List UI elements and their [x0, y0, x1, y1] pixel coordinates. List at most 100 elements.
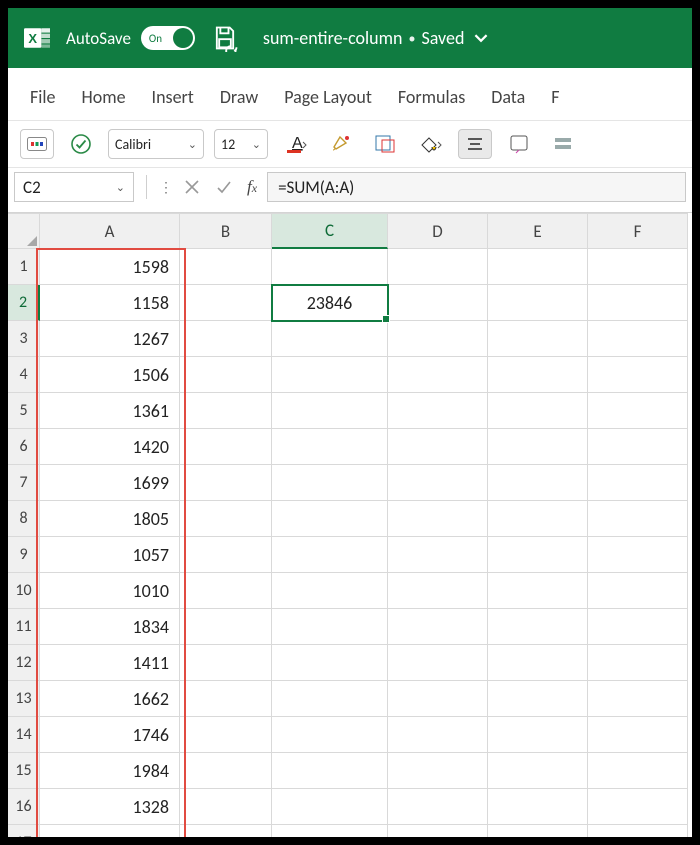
column-header-C[interactable]: C — [272, 213, 388, 249]
cell[interactable]: 1010 — [40, 573, 180, 609]
cell[interactable] — [588, 825, 688, 837]
note-button[interactable] — [502, 129, 536, 159]
cell[interactable] — [588, 753, 688, 789]
row-header[interactable]: 2 — [8, 285, 40, 321]
cell[interactable] — [388, 393, 488, 429]
keypad-button[interactable] — [20, 129, 54, 159]
cell[interactable]: 1506 — [40, 357, 180, 393]
cell[interactable]: 23846 — [272, 285, 388, 321]
row-header[interactable]: 8 — [8, 501, 40, 537]
cell[interactable] — [388, 789, 488, 825]
autosave-toggle[interactable]: On — [141, 26, 195, 50]
cell[interactable]: 1598 — [40, 249, 180, 285]
cell[interactable] — [588, 681, 688, 717]
cell[interactable] — [272, 357, 388, 393]
cell[interactable] — [488, 681, 588, 717]
cell[interactable] — [180, 357, 272, 393]
cell[interactable]: 1267 — [40, 321, 180, 357]
cell[interactable]: 1328 — [40, 789, 180, 825]
cell[interactable] — [388, 825, 488, 837]
cell[interactable] — [272, 717, 388, 753]
cell[interactable] — [588, 537, 688, 573]
cell[interactable] — [40, 825, 180, 837]
column-header-B[interactable]: B — [180, 213, 272, 249]
cell[interactable] — [488, 825, 588, 837]
row-header[interactable]: 13 — [8, 681, 40, 717]
cell[interactable] — [272, 789, 388, 825]
cell[interactable]: 1662 — [40, 681, 180, 717]
row-header[interactable]: 16 — [8, 789, 40, 825]
cell[interactable] — [388, 609, 488, 645]
cell[interactable] — [388, 465, 488, 501]
tab-page-layout[interactable]: Page Layout — [284, 86, 372, 108]
column-header-A[interactable]: A — [40, 213, 180, 249]
cell[interactable] — [388, 537, 488, 573]
cell[interactable] — [272, 429, 388, 465]
cell[interactable] — [388, 429, 488, 465]
cell[interactable] — [272, 501, 388, 537]
cell[interactable] — [272, 825, 388, 837]
cell[interactable] — [272, 645, 388, 681]
tab-home[interactable]: Home — [82, 86, 126, 108]
row-header[interactable]: 5 — [8, 393, 40, 429]
cell[interactable] — [388, 249, 488, 285]
cell[interactable] — [180, 789, 272, 825]
cell[interactable] — [388, 645, 488, 681]
cell[interactable]: 1699 — [40, 465, 180, 501]
cell[interactable] — [272, 537, 388, 573]
row-header[interactable]: 14 — [8, 717, 40, 753]
cell[interactable]: 1834 — [40, 609, 180, 645]
cell[interactable] — [180, 465, 272, 501]
cell[interactable] — [388, 501, 488, 537]
cell[interactable] — [388, 573, 488, 609]
row-header[interactable]: 9 — [8, 537, 40, 573]
cell[interactable] — [488, 357, 588, 393]
tab-insert[interactable]: Insert — [152, 86, 194, 108]
cell[interactable] — [488, 393, 588, 429]
fill-color-button[interactable] — [412, 129, 448, 159]
cell[interactable] — [180, 285, 272, 321]
cell[interactable] — [180, 825, 272, 837]
tab-overflow[interactable]: F — [551, 86, 559, 108]
cell[interactable] — [388, 285, 488, 321]
align-center-button[interactable] — [458, 129, 492, 159]
cell[interactable] — [588, 393, 688, 429]
cell[interactable]: 1158 — [40, 285, 180, 321]
name-box[interactable]: C2 ⌄ — [14, 172, 134, 202]
cell[interactable] — [180, 573, 272, 609]
fx-icon[interactable]: fx — [247, 177, 257, 197]
cell[interactable] — [488, 285, 588, 321]
cell[interactable] — [488, 789, 588, 825]
cell[interactable]: 1411 — [40, 645, 180, 681]
row-header[interactable]: 15 — [8, 753, 40, 789]
tab-draw[interactable]: Draw — [220, 86, 258, 108]
cell[interactable] — [388, 357, 488, 393]
cell[interactable] — [488, 717, 588, 753]
cell[interactable] — [588, 357, 688, 393]
row-header[interactable]: 1 — [8, 249, 40, 285]
cell[interactable] — [272, 753, 388, 789]
cell[interactable] — [488, 573, 588, 609]
cell[interactable] — [488, 465, 588, 501]
cell[interactable] — [272, 321, 388, 357]
cell[interactable]: 1805 — [40, 501, 180, 537]
font-color-button[interactable]: A — [278, 129, 314, 159]
cell[interactable] — [588, 609, 688, 645]
cell[interactable] — [488, 537, 588, 573]
cell[interactable] — [180, 393, 272, 429]
row-header[interactable]: 7 — [8, 465, 40, 501]
row-header[interactable]: 17 — [8, 825, 40, 837]
cell[interactable] — [180, 249, 272, 285]
enter-formula-button[interactable] — [211, 174, 237, 200]
cell[interactable]: 1746 — [40, 717, 180, 753]
cell[interactable] — [272, 465, 388, 501]
row-header[interactable]: 11 — [8, 609, 40, 645]
cell[interactable]: 1057 — [40, 537, 180, 573]
cell[interactable] — [180, 717, 272, 753]
cell[interactable] — [488, 501, 588, 537]
cell[interactable] — [180, 501, 272, 537]
cell[interactable] — [388, 717, 488, 753]
cell[interactable] — [588, 285, 688, 321]
cell[interactable] — [588, 717, 688, 753]
formula-input[interactable]: =SUM(A:A) — [267, 172, 686, 202]
